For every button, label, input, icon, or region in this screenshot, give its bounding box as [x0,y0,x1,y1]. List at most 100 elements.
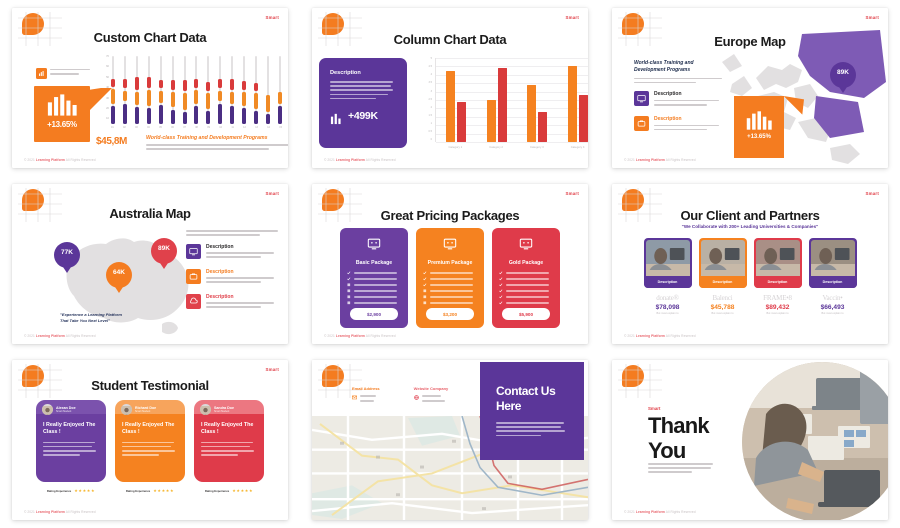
slide-thumbnail-student-testimonial[interactable]: Smart Student Testimonial Alexan Doe Smar… [0,352,300,528]
section-body [634,77,722,84]
slide-thumbnail-australia-map[interactable]: Smart Australia Map 77KData 1 64KData 2 … [0,176,300,352]
feature-row [499,301,553,305]
bar-chart-icon [746,110,772,130]
x-tick: 06 [171,126,174,129]
pricing-card[interactable]: Gold Package $5,900 [492,228,560,328]
slide-thumbnail-custom-chart-data[interactable]: Smart Custom Chart Data 70 60 50 40 30 2… [0,0,300,176]
feature-label [429,302,477,305]
chart-bar-segment [277,105,282,124]
map-pin[interactable]: 89KData 3 [151,238,177,271]
price-button[interactable]: $2,900 [350,308,398,320]
testimonial-card[interactable]: Alexan Doe Smart Student I Really Enjoyed … [36,400,106,493]
footer: © 2021 Learning Platform All Rights Rese… [624,510,696,514]
money-value: $45,8M [96,136,127,147]
x-tick: Category 1 [448,145,463,149]
column-heading: Email Address [352,386,380,391]
check-icon [499,301,503,305]
square-icon [347,295,351,299]
check-icon [347,271,351,275]
testimonial-card[interactable]: Sandra Doe Smart Student I Really Enjoyed … [194,400,264,493]
contact-line[interactable] [414,400,449,404]
package-name: Premium Package [427,260,473,266]
chart-bar [170,56,175,124]
slide-thumbnail-contact-us-here[interactable]: Email Address Website Company Contact Us… [300,352,600,528]
testimonial-heading: I Really Enjoyed The Class ! [122,422,175,436]
square-icon [423,289,427,293]
brand-logo: Smart [565,191,579,196]
chart-bar-segment [134,107,139,124]
title-line-2: You [648,437,686,463]
student-name: Sandra Doe [214,405,234,410]
check-icon [499,289,503,293]
chart-bar-segment [242,81,247,90]
square-icon [423,301,427,305]
chart-bar-segment [158,79,163,89]
map-pin[interactable]: 77KData 1 [54,242,80,275]
slide-thumbnail-great-pricing-packages[interactable]: Smart Great Pricing Packages Basic Packa… [300,176,600,352]
page-title: Great Pricing Packages [380,208,520,223]
chart-bar [158,56,163,124]
chart-x-axis: 01020304050607080910111213141516 [111,126,288,129]
client-amount: $45,788 [710,304,735,311]
chart-bar-segment [230,91,235,104]
stat-card: +13.65% But must explain to [734,96,784,158]
map-pin[interactable]: 89K Data 1 [830,62,856,95]
feature-item: Description [634,91,722,108]
monitor-icon [186,243,201,259]
corner-decoration [616,362,672,404]
client-thumbnail: Description [808,238,857,288]
chart-bar-segment [182,92,187,110]
feature-label [353,284,401,286]
chart-bar [457,101,467,142]
student-name: Richard Doe [135,405,157,410]
client-logo: donate® [656,294,679,302]
feature-item: Description [186,268,278,286]
right-list: Description Description Description [186,230,278,310]
chart-bar-segment [254,110,259,124]
slide-thumbnail-europe-map[interactable]: Smart Europe Map 89K Data 1 [600,0,900,176]
price-button[interactable]: $5,900 [502,308,550,320]
y-tick: 1.5 [428,113,432,117]
client-card[interactable]: Description FRAME•8 $89,432 But must explai… [753,238,802,315]
pricing-card[interactable]: Premium Package $3,200 [416,228,484,328]
footer: © 2021 Learning Platform All Rights Rese… [624,334,696,338]
chart-bar-segment [122,103,127,124]
client-card[interactable]: Description Balenci $45,788 But must explai… [698,238,747,315]
slide-thumbnail-thank-you[interactable]: Smart Thank You © 2021 Learning Platform… [600,352,900,528]
client-logo: Vaccin• [822,294,843,302]
chart-bar [254,56,259,124]
card-caption: Description [808,276,857,288]
feature-label [353,296,401,298]
chart-bar-segment [206,82,211,91]
contact-line[interactable] [352,400,380,404]
chart-bar-segment [218,78,223,89]
section-heading: World-class Training and Development Pro… [634,60,694,73]
brand-logo: Smart [265,367,279,372]
chart-bar [194,56,199,124]
chart-bar-segment [158,104,163,124]
chart-bar-group [527,84,548,142]
chart-bar-segment [218,90,223,102]
testimonial-card[interactable]: Richard Doe Smart Student I Really Enjoyed… [115,400,185,493]
pricing-card[interactable]: Basic Package $2,900 [340,228,408,328]
feature-label: Description [206,293,234,300]
y-tick: 70 [106,55,109,58]
client-card[interactable]: Description donate® $78,098 But must explai… [643,238,692,315]
feature-row [499,271,553,275]
chart-bar-segment [194,90,199,104]
slide-thumbnail-our-client-and-partners[interactable]: Smart Our Client and Partners "We Collab… [600,176,900,352]
contact-email: Email Address [352,386,380,404]
slide-thumbnail-column-chart-data[interactable]: Smart Column Chart Data Description +499… [300,0,600,176]
contact-website: Website Company [414,386,449,404]
feature-row [347,283,401,287]
chart-bar-segment [277,91,282,104]
feature-label [429,290,477,292]
client-amount: $89,432 [765,304,790,311]
chart-bar-segment [254,83,259,91]
chart-bar [578,94,588,142]
map-pin[interactable]: 64KData 2 [106,262,132,295]
rating-label: Rating Experience [204,488,230,493]
chart-bar [218,56,223,124]
price-button[interactable]: $3,200 [426,308,474,320]
client-card[interactable]: Description Vaccin• $66,493 But must explai… [808,238,857,315]
